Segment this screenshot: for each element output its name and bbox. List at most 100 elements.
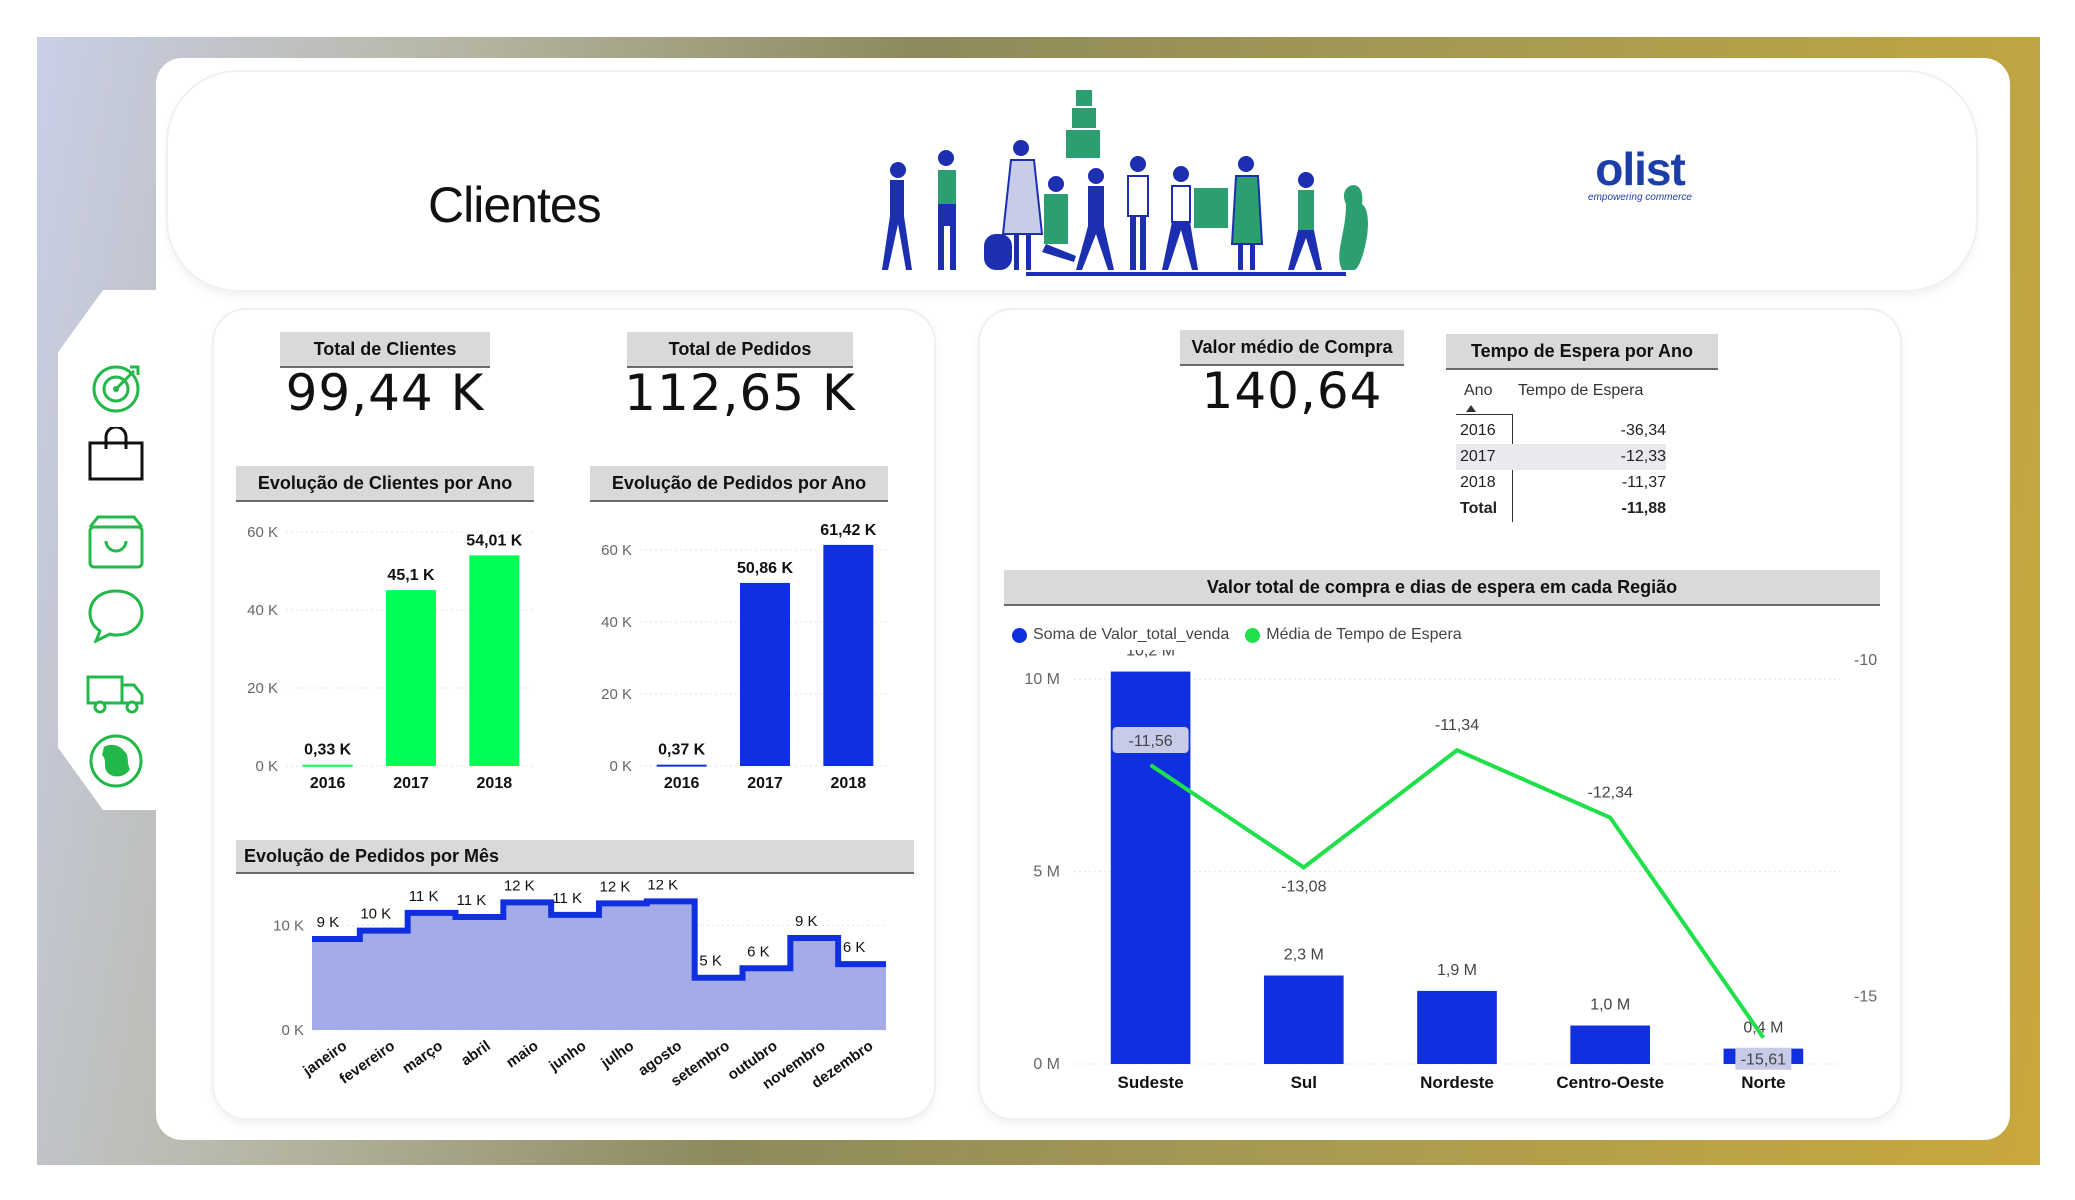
x-tick-label: 2017 — [393, 775, 429, 792]
chart-title-pedidos-mes: Evolução de Pedidos por Mês — [236, 840, 914, 874]
data-label: 0,4 M — [1743, 1020, 1783, 1037]
y-tick-label: 60 K — [601, 542, 632, 559]
chart-title-regiao: Valor total de compra e dias de espera e… — [1004, 570, 1880, 606]
wait-table-header-ano[interactable]: Ano — [1464, 378, 1492, 404]
table-row: 2018 -11,37 — [1456, 470, 1666, 496]
table-total-row: Total -11,88 — [1456, 496, 1666, 522]
chart-regiao: 0 M 5 M 10 M -15 -10 10,2 M Sudeste 2,3 M Sul 1,9… — [1024, 650, 1877, 1092]
brand-name: olist — [1595, 143, 1686, 195]
x-tick-label: Sudeste — [1118, 1073, 1184, 1092]
kpi-clientes-value: 99,44 K — [285, 364, 485, 422]
chart-pedidos-mes: 0 K10 K9 Kjaneiro10 Kfevereiro11 Kmarço1… — [273, 880, 886, 1093]
data-label: -12,34 — [1588, 785, 1633, 802]
x-tick-label: 2016 — [664, 775, 700, 792]
chart-title-pedidos-ano: Evolução de Pedidos por Ano — [590, 466, 888, 502]
table-cell: 2017 — [1460, 448, 1496, 465]
legend-item-espera[interactable]: Média de Tempo de Espera — [1266, 626, 1461, 644]
data-label: 6 K — [843, 939, 866, 956]
table-cell: 2016 — [1460, 422, 1496, 439]
kpi-pedidos-label: Total de Pedidos — [627, 332, 853, 368]
truck-icon[interactable] — [84, 662, 148, 720]
y-tick-label: 10 K — [273, 917, 304, 934]
data-label: 12 K — [647, 880, 678, 893]
y-tick-label: 40 K — [601, 614, 632, 631]
y-tick-label: 20 K — [601, 686, 632, 703]
wait-table-title: Tempo de Espera por Ano — [1446, 334, 1718, 370]
store-icon[interactable] — [84, 512, 148, 570]
y-tick-label-right: -10 — [1854, 652, 1877, 669]
page-title: Clientes — [428, 177, 602, 233]
y-tick-label: 0 K — [281, 1022, 304, 1039]
bar — [823, 544, 874, 766]
x-tick-label: 2018 — [831, 775, 867, 792]
bar — [656, 764, 707, 767]
globe-icon[interactable] — [84, 732, 148, 790]
legend-marker — [1245, 627, 1261, 643]
y-tick-label-left: 10 M — [1024, 671, 1060, 688]
chart-clientes-ano: 0 K 20 K 40 K 60 K 0,33 K 2016 45,1 K 2017 54,01… — [247, 524, 536, 792]
table-row: 2017 -12,33 — [1456, 444, 1666, 470]
table-cell: Total — [1460, 500, 1498, 517]
legend-marker — [1012, 627, 1027, 643]
x-tick-label: Norte — [1741, 1073, 1785, 1092]
target-icon[interactable] — [84, 358, 148, 416]
y-tick-label: 20 K — [247, 680, 278, 697]
data-label: 9 K — [795, 913, 818, 930]
wait-table: Ano Tempo de Espera 2016 -36,34 2017 -12… — [1456, 378, 1666, 528]
bar — [1263, 975, 1344, 1064]
data-label: 11 K — [457, 892, 487, 909]
y-tick-label: 0 K — [255, 758, 278, 775]
table-cell: -36,34 — [1620, 422, 1666, 439]
x-tick-label: 2018 — [477, 775, 513, 792]
y-tick-label-right: -15 — [1854, 989, 1877, 1006]
y-tick-label-left: 0 M — [1033, 1056, 1060, 1073]
data-label: 10 K — [360, 906, 391, 923]
bar — [469, 555, 520, 766]
kpi-valor-medio-label: Valor médio de Compra — [1180, 330, 1404, 366]
data-label: 2,3 M — [1284, 947, 1324, 964]
kpi-clientes-label: Total de Clientes — [280, 332, 490, 368]
kpi-pedidos-value: 112,65 K — [624, 364, 856, 422]
table-cell: -12,33 — [1620, 448, 1666, 465]
y-tick-label: 40 K — [247, 602, 278, 619]
sort-asc-icon — [1466, 405, 1476, 412]
chat-icon[interactable] — [84, 586, 148, 644]
data-label: 5 K — [699, 953, 722, 970]
data-label: 1,0 M — [1590, 997, 1630, 1014]
x-tick-label: março — [399, 1037, 446, 1077]
y-tick-label: 60 K — [247, 524, 278, 541]
bar — [1417, 990, 1497, 1064]
chart-legend: Soma de Valor_total_venda Média de Tempo… — [1012, 626, 1462, 644]
data-label: 50,86 K — [737, 560, 793, 577]
data-label: 11 K — [552, 890, 582, 907]
chart-pedidos-ano: 0 K 20 K 40 K 60 K 0,37 K 2016 50,86 K 2017 61,4… — [601, 522, 890, 792]
table-cell: 2018 — [1460, 474, 1496, 491]
data-label: 0,37 K — [658, 742, 706, 759]
legend-item-valor[interactable]: Soma de Valor_total_venda — [1033, 626, 1229, 644]
y-tick-label-left: 5 M — [1033, 864, 1060, 881]
shopping-bag-icon[interactable] — [84, 426, 148, 484]
data-label: 61,42 K — [820, 522, 876, 539]
x-tick-label: Centro-Oeste — [1556, 1073, 1664, 1092]
x-tick-label: julho — [597, 1037, 637, 1072]
x-tick-label: junho — [545, 1037, 589, 1075]
x-tick-label: Sul — [1291, 1073, 1317, 1092]
data-label: -15,61 — [1741, 1052, 1786, 1069]
data-label: 54,01 K — [466, 532, 522, 549]
divider — [1456, 414, 1512, 415]
data-label: 0,33 K — [304, 742, 352, 759]
y-tick-label: 0 K — [609, 758, 632, 775]
wait-table-header-tempo[interactable]: Tempo de Espera — [1518, 378, 1643, 404]
x-tick-label: Nordeste — [1420, 1073, 1494, 1092]
data-label: -11,34 — [1435, 717, 1479, 734]
bar — [302, 764, 353, 767]
data-label: 10,2 M — [1126, 650, 1175, 660]
brand-tagline: empowering commerce — [1588, 192, 1692, 203]
data-label: -11,56 — [1129, 733, 1173, 750]
kpi-valor-medio-value: 140,64 — [1201, 362, 1383, 420]
chart-title-clientes-ano: Evolução de Clientes por Ano — [236, 466, 534, 502]
data-label: 12 K — [599, 880, 630, 895]
data-label: 1,9 M — [1437, 962, 1477, 979]
x-tick-label: maio — [503, 1037, 541, 1071]
data-label: 11 K — [409, 888, 439, 905]
